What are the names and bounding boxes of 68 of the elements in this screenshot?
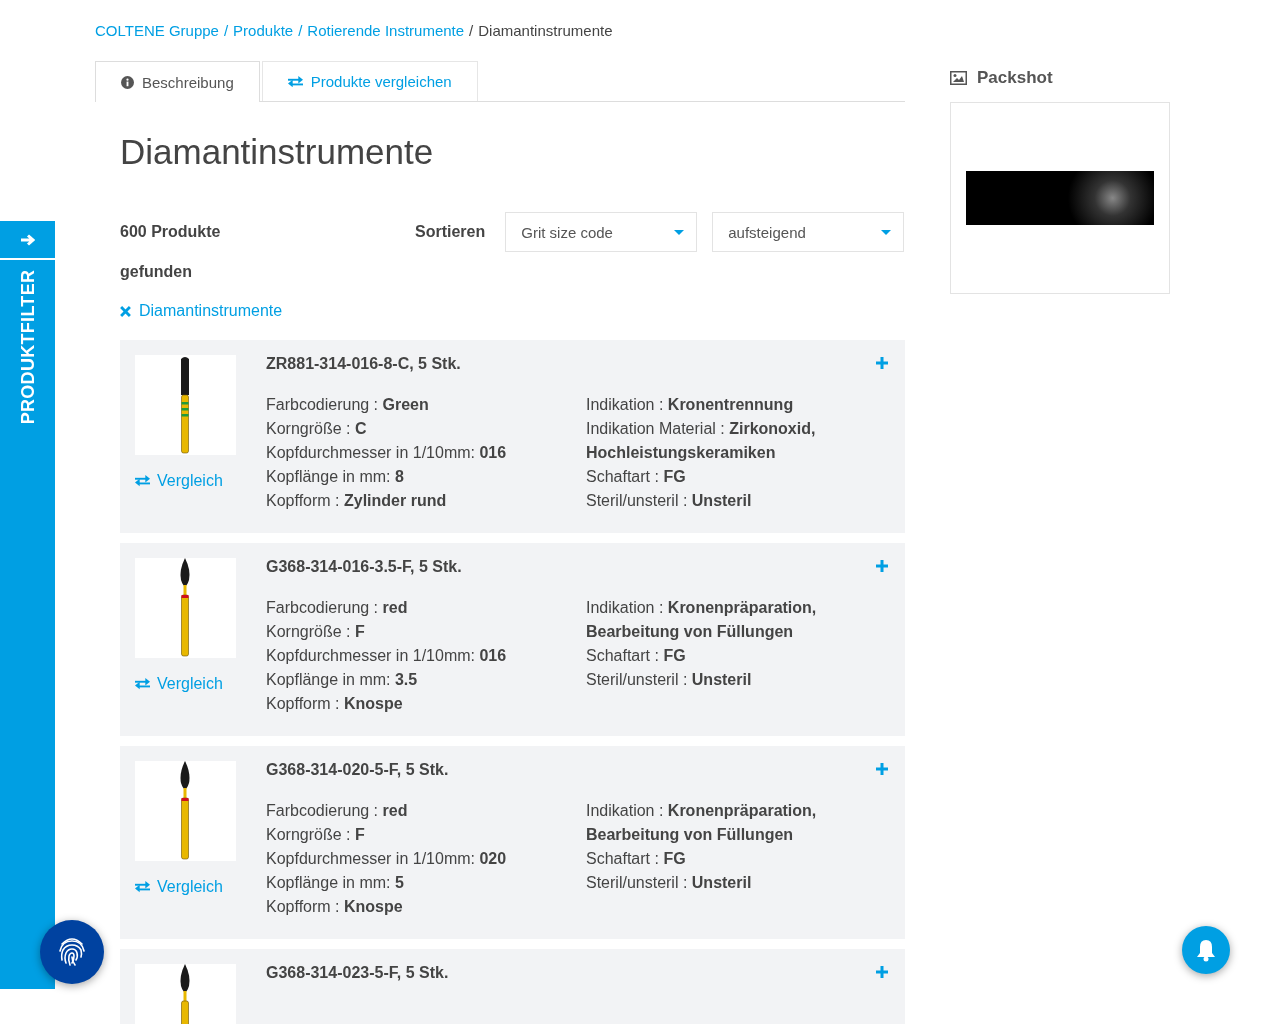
product-attribute: Schaftart : FG — [586, 646, 687, 666]
image-icon — [950, 71, 967, 85]
product-name: G368-314-016-3.5-F, 5 Stk. — [266, 558, 462, 576]
breadcrumb-separator: / — [298, 22, 303, 39]
product-attribute: Indikation : Kronentrennung — [586, 395, 795, 415]
product-attribute: Schaftart : FG — [586, 467, 687, 487]
breadcrumb-separator: / — [223, 22, 229, 39]
product-attribute: Kopflänge in mm: 3.5 — [266, 670, 419, 690]
product-attribute: Kopfdurchmesser in 1/10mm: 016 — [266, 646, 508, 666]
product-name: G368-314-020-5-F, 5 Stk. — [266, 761, 449, 779]
product-attribute: Korngröße : F — [266, 622, 366, 642]
sort-dropdown[interactable]: aufsteigend — [712, 212, 905, 252]
plus-icon[interactable] — [876, 763, 888, 775]
plus-icon[interactable] — [876, 966, 888, 978]
product-attribute: Farbcodierung : Green — [266, 395, 430, 415]
product-name: G368-314-023-5-F, 5 Stk. — [266, 964, 449, 982]
product-attribute: Kopfform : Zylinder rund — [266, 491, 448, 511]
sort-dropdown[interactable]: Grit size code — [505, 212, 698, 252]
filter-label[interactable]: PRODUKTFILTER — [17, 269, 39, 425]
product-attribute: Steril/unsteril : Unsteril — [586, 670, 753, 690]
product-attribute: Kopfdurchmesser in 1/10mm: 020 — [266, 849, 508, 869]
tab[interactable]: Beschreibung — [95, 61, 260, 102]
bell-icon — [1196, 938, 1216, 962]
product-attribute: Farbcodierung : red — [266, 801, 409, 821]
close-icon[interactable] — [120, 305, 131, 317]
page-title: Diamantinstrumente — [120, 132, 435, 172]
active-filter-link[interactable]: Diamantinstrumente — [139, 302, 283, 320]
product-attribute: Indikation : Kronenpräparation, Bearbeitung von Füllungen — [586, 801, 818, 845]
compare-link[interactable]: Vergleich — [135, 878, 223, 896]
arrow-right-icon — [20, 233, 35, 246]
product-attribute: Kopfdurchmesser in 1/10mm: 016 — [266, 443, 508, 463]
plus-icon[interactable] — [876, 560, 888, 572]
breadcrumb-link[interactable]: Rotierende Instrumente — [307, 22, 465, 39]
product-name: ZR881-314-016-8-C, 5 Stk. — [266, 355, 461, 373]
swap-arrows-icon — [135, 678, 150, 690]
product-attribute: Kopfform : Knospe — [266, 694, 404, 714]
product-attribute: Kopfform : Knospe — [266, 897, 404, 917]
product-attribute: Kopflänge in mm: 8 — [266, 467, 405, 487]
product-attribute: Indikation : Kronenpräparation, Bearbeitung von Füllungen — [586, 598, 818, 642]
fingerprint-icon — [57, 936, 87, 968]
breadcrumb-link[interactable]: Produkte — [233, 22, 294, 39]
caret-icon — [881, 229, 892, 235]
caret-icon — [674, 229, 685, 235]
compare-link[interactable]: Vergleich — [135, 675, 223, 693]
swap-arrows-icon — [287, 75, 303, 88]
product-attribute: Kopflänge in mm: 5 — [266, 873, 405, 893]
sort-label: Sortieren — [415, 222, 486, 242]
bur-drawing — [180, 964, 190, 1024]
packshot-title: Packshot — [977, 68, 1053, 88]
product-attribute: Steril/unsteril : Unsteril — [586, 491, 753, 511]
plus-icon[interactable] — [876, 357, 888, 369]
product-attribute: Korngröße : F — [266, 825, 366, 845]
compare-link[interactable]: Vergleich — [135, 472, 223, 490]
fingerprint-button[interactable] — [40, 920, 104, 984]
tab[interactable]: Produkte vergleichen — [261, 61, 478, 101]
product-attribute: Steril/unsteril : Unsteril — [586, 873, 753, 893]
breadcrumb-current: Diamantinstrumente — [478, 22, 613, 39]
product-attribute: Farbcodierung : red — [266, 598, 409, 618]
breadcrumb-link[interactable]: COLTENE Gruppe — [95, 22, 219, 39]
product-attribute: Schaftart : FG — [586, 849, 687, 869]
swap-arrows-icon — [135, 475, 150, 487]
swap-arrows-icon — [135, 881, 150, 893]
result-count: 600 Produkte gefunden — [120, 222, 222, 282]
breadcrumb-separator: / — [469, 22, 474, 39]
notification-button[interactable] — [1182, 926, 1230, 974]
info-icon — [121, 75, 134, 89]
product-attribute: Indikation Material : Zirkonoxid, Hochleistungskeramiken — [586, 419, 817, 463]
product-attribute: Korngröße : C — [266, 419, 368, 439]
